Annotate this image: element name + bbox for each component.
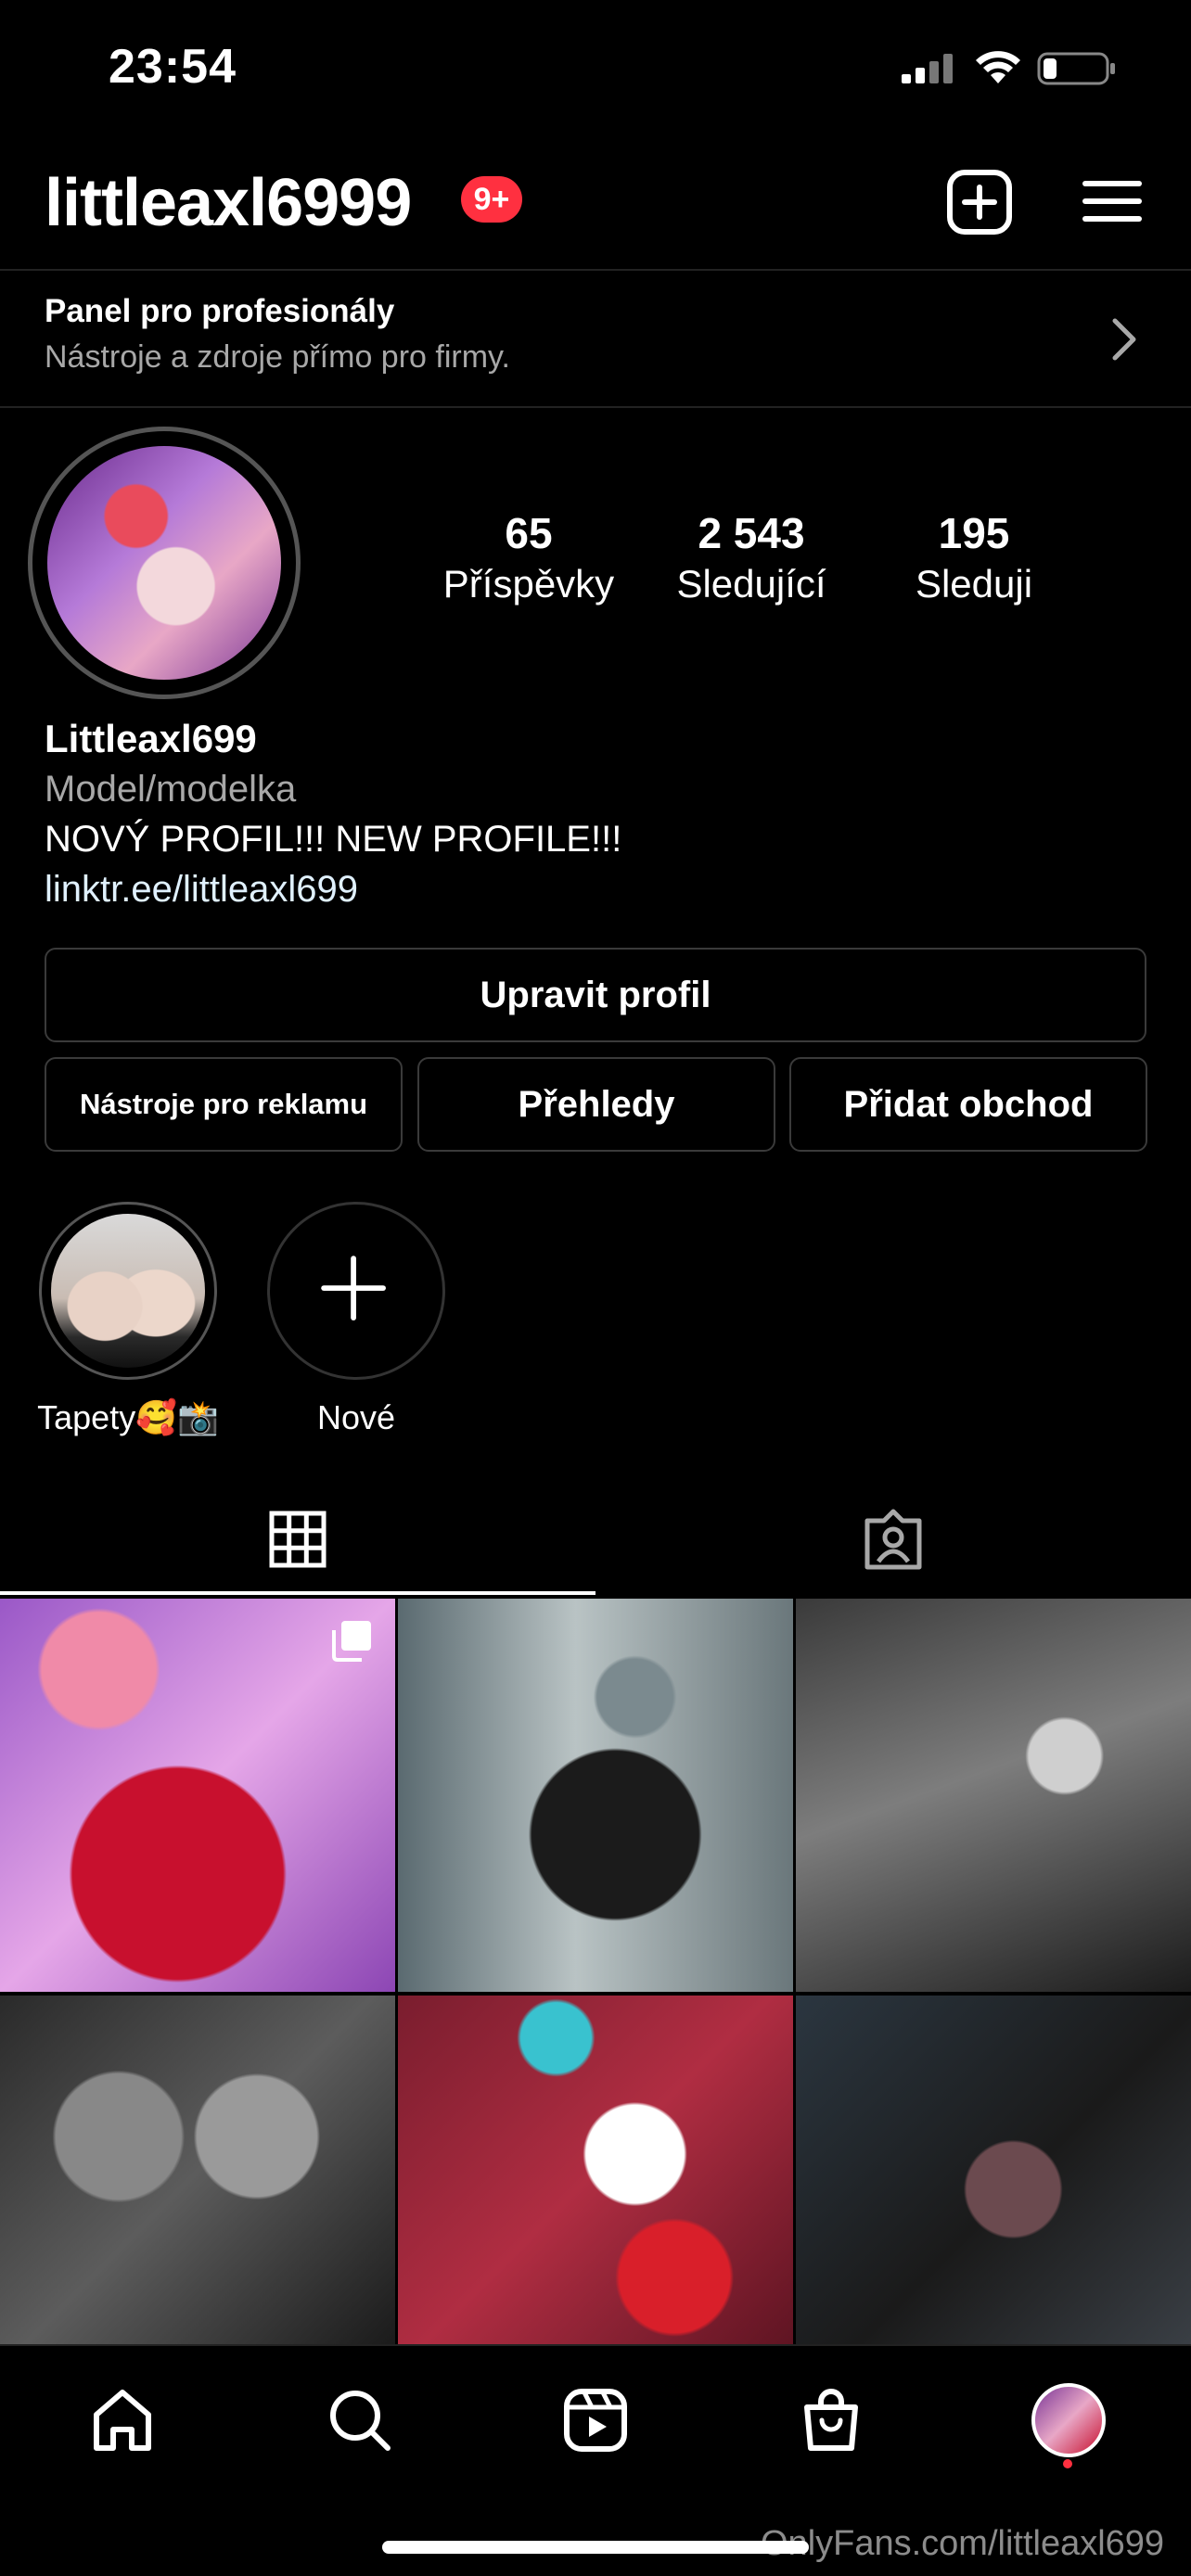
- new-highlight-button[interactable]: Nové: [263, 1202, 449, 1437]
- hamburger-menu-icon[interactable]: [1082, 171, 1143, 232]
- nav-home[interactable]: [82, 2379, 163, 2461]
- notification-badge[interactable]: 9+: [461, 176, 522, 223]
- edit-profile-button[interactable]: Upravit profil: [45, 948, 1146, 1042]
- stat-posts[interactable]: 65 Příspěvky: [427, 508, 631, 619]
- profile-category: Model/modelka: [45, 769, 297, 810]
- tagged-icon: [864, 1509, 922, 1570]
- avatar-image: [47, 446, 281, 680]
- stat-posts-label: Příspěvky: [442, 562, 615, 606]
- search-icon: [330, 2391, 391, 2451]
- ad-tools-button[interactable]: Nástroje pro reklamu: [45, 1057, 403, 1152]
- username-switcher[interactable]: littleaxl6999: [45, 165, 412, 241]
- post-thumbnail[interactable]: [398, 1599, 793, 1992]
- profile-notification-dot: [1063, 2459, 1072, 2468]
- home-icon: [94, 2390, 151, 2451]
- status-bar: 23:54: [0, 0, 1191, 139]
- status-time: 23:54: [109, 40, 237, 94]
- stat-followers[interactable]: 2 543 Sledující: [649, 508, 853, 619]
- profile-stats: 65 Příspěvky 2 543 Sledující 195 Sleduji: [427, 508, 1076, 619]
- nav-profile-avatar: [1031, 2383, 1106, 2457]
- pro-panel-subtitle: Nástroje a zdroje přímo pro firmy.: [45, 339, 510, 375]
- professional-dashboard[interactable]: Panel pro profesionály Nástroje a zdroje…: [0, 269, 1191, 408]
- profile-tabs: [0, 1484, 1191, 1597]
- home-indicator[interactable]: [382, 2541, 809, 2554]
- new-highlight-label: Nové: [316, 1398, 396, 1436]
- active-tab-indicator: [0, 1591, 596, 1595]
- stat-followers-label: Sledující: [676, 562, 826, 606]
- nav-shop[interactable]: [790, 2379, 872, 2461]
- highlight-cover-image: [51, 1214, 205, 1368]
- wifi-icon: [976, 51, 1020, 83]
- battery-icon: [1037, 52, 1115, 85]
- profile-header: littleaxl6999 9+: [0, 158, 1191, 269]
- profile-bio: Littleaxl699 Model/modelka NOVÝ PROFIL!!…: [45, 714, 1158, 914]
- stat-following-label: Sleduji: [915, 562, 1033, 606]
- stat-posts-value: 65: [505, 509, 553, 557]
- chevron-right-icon: [1112, 318, 1136, 361]
- stat-followers-value: 2 543: [698, 509, 805, 557]
- multiple-photos-icon: [332, 1621, 371, 1662]
- nav-search[interactable]: [319, 2379, 401, 2461]
- bio-text: NOVÝ PROFIL!!! NEW PROFILE!!!: [45, 819, 622, 860]
- pro-panel-title: Panel pro profesionály: [45, 293, 395, 329]
- highlight-item[interactable]: Tapety🥰📸: [35, 1202, 221, 1437]
- stat-following-value: 195: [938, 509, 1010, 557]
- watermark-text: OnlyFans.com/littleaxl699: [761, 2524, 1165, 2563]
- tab-tagged[interactable]: [596, 1484, 1191, 1595]
- stat-following[interactable]: 195 Sleduji: [872, 508, 1076, 619]
- tab-posts-grid[interactable]: [0, 1484, 596, 1595]
- posts-grid: [0, 1599, 1191, 2348]
- post-thumbnail[interactable]: [796, 1599, 1191, 1992]
- plus-icon: [321, 1256, 386, 1320]
- post-thumbnail[interactable]: [398, 1996, 793, 2348]
- shop-icon: [804, 2389, 858, 2451]
- add-shop-button[interactable]: Přidat obchod: [789, 1057, 1147, 1152]
- highlight-cover: [39, 1202, 217, 1380]
- profile-avatar[interactable]: [28, 427, 301, 699]
- new-highlight-circle: [267, 1202, 445, 1380]
- nav-reels[interactable]: [555, 2379, 636, 2461]
- post-thumbnail[interactable]: [0, 1996, 395, 2348]
- grid-icon: [269, 1511, 327, 1568]
- insights-button[interactable]: Přehledy: [417, 1057, 775, 1152]
- signal-icon: [902, 54, 953, 83]
- post-thumbnail[interactable]: [796, 1996, 1191, 2348]
- display-name: Littleaxl699: [45, 717, 257, 760]
- nav-profile[interactable]: [1028, 2379, 1109, 2461]
- post-thumbnail[interactable]: [0, 1599, 395, 1992]
- plus-square-icon[interactable]: [946, 169, 1013, 236]
- highlight-label: Tapety🥰📸: [37, 1398, 219, 1436]
- reels-icon: [564, 2389, 627, 2452]
- bio-link[interactable]: linktr.ee/littleaxl699: [45, 864, 1158, 914]
